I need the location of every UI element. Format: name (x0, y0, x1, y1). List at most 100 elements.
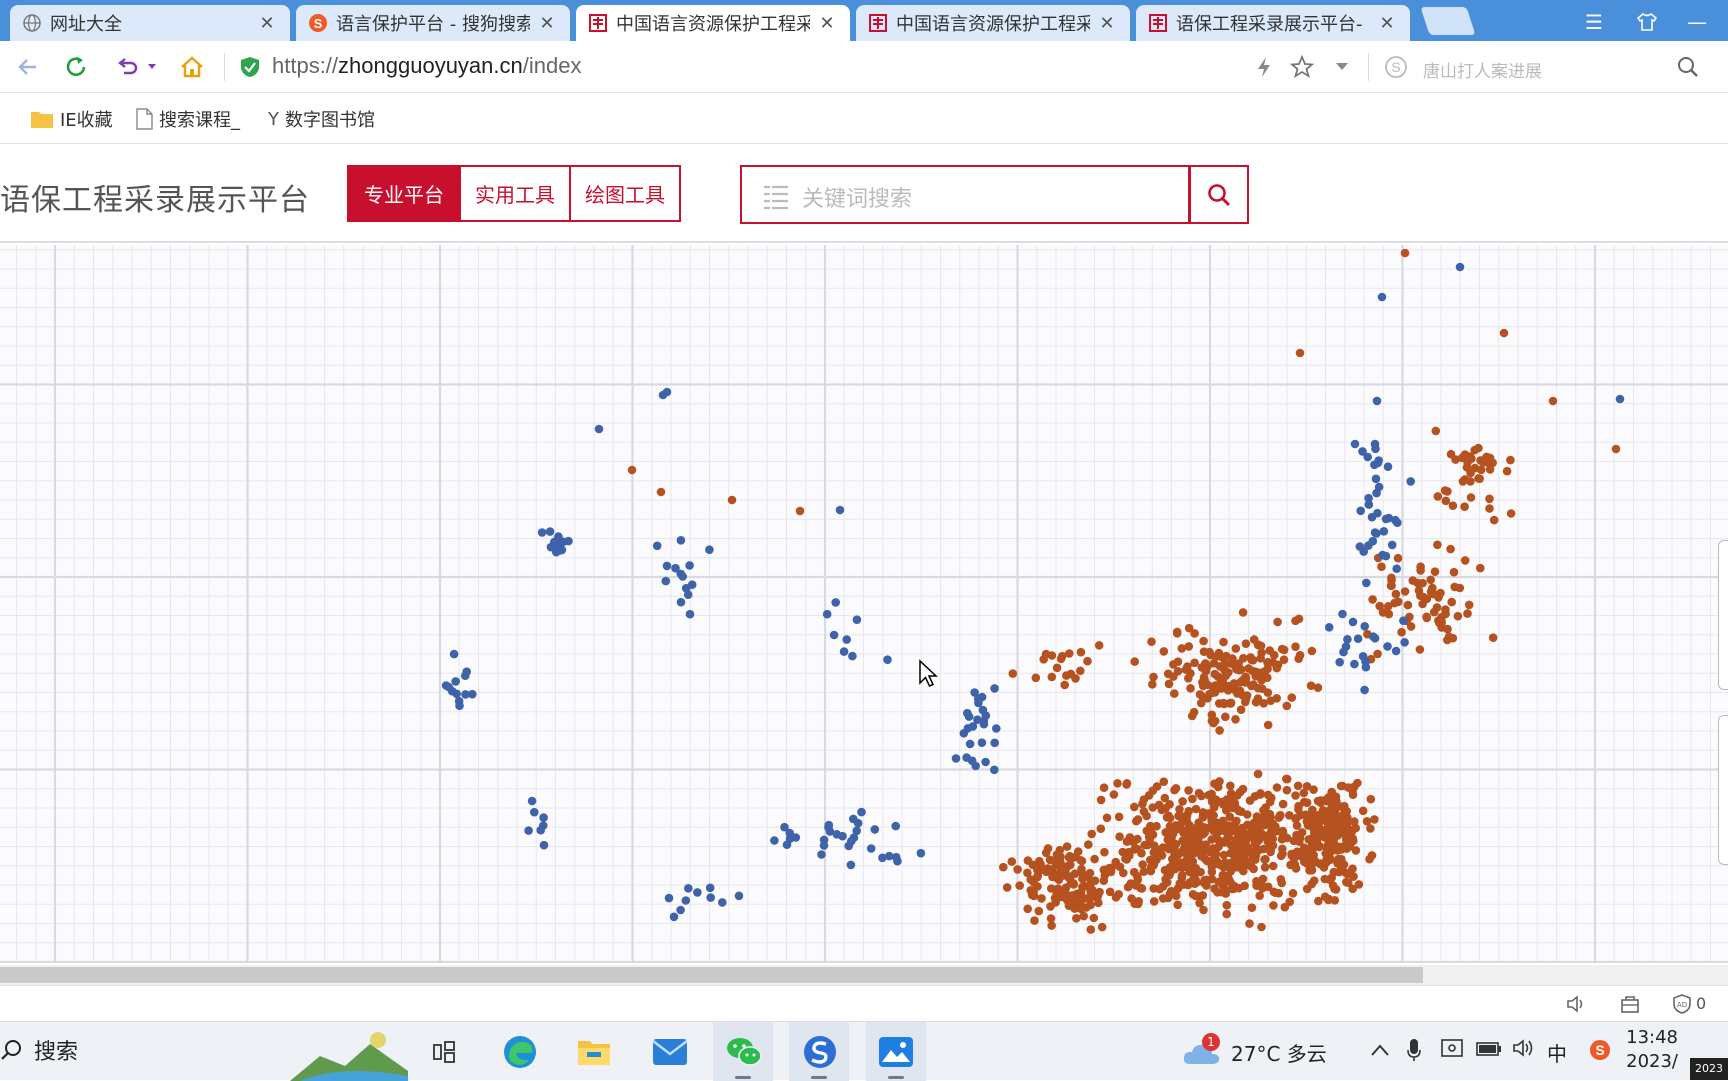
keyword-search-input[interactable]: 关键词搜索 (740, 165, 1190, 224)
scatter-point (1350, 439, 1360, 449)
task-view-icon[interactable] (422, 1030, 466, 1074)
secure-shield-icon[interactable] (234, 51, 266, 83)
scatter-point (852, 826, 861, 836)
scatter-point (1178, 797, 1187, 806)
scatter-point (1295, 348, 1305, 358)
scatter-point (1499, 328, 1509, 338)
edge-icon[interactable] (498, 1030, 542, 1074)
scatter-point (1340, 801, 1349, 811)
close-icon[interactable]: ✕ (256, 13, 278, 34)
scatter-point (1090, 854, 1099, 864)
scatter-point (1400, 248, 1410, 258)
scatter-point (1368, 595, 1377, 604)
close-icon[interactable]: ✕ (536, 13, 558, 34)
search-icon[interactable] (1672, 51, 1704, 83)
new-tab-button[interactable] (1420, 7, 1476, 35)
tab-4[interactable]: 中国语言资源保护工程采录展示平台 ✕ (856, 5, 1130, 41)
taskbar-search[interactable]: 搜索 (0, 1034, 78, 1066)
nav-tools[interactable]: 实用工具 (459, 167, 569, 220)
scatter-point (1096, 824, 1106, 833)
scatter-point (1086, 878, 1096, 888)
tab-3-active[interactable]: 中国语言资源保护工程采录展示平台 ✕ (576, 5, 850, 41)
bookmark-search-course[interactable]: 搜索课程_ (135, 106, 240, 132)
scatter-point (1466, 477, 1475, 486)
scatter-point (1268, 861, 1278, 871)
microphone-icon[interactable] (1406, 1038, 1422, 1067)
scatter-point (1205, 647, 1214, 657)
screenshot-icon[interactable] (1620, 994, 1640, 1018)
scatter-point (1302, 798, 1312, 807)
scatter-point (1234, 883, 1244, 893)
side-panel-handle[interactable] (1718, 540, 1728, 690)
side-panel-handle[interactable] (1718, 715, 1728, 865)
scatter-point (970, 688, 979, 697)
scatter-point (1251, 697, 1261, 707)
system-clock[interactable]: 13:48 2023/ (1626, 1026, 1678, 1074)
sogou-browser-icon[interactable] (798, 1030, 842, 1074)
scatter-point (1615, 394, 1625, 404)
scatter-point (1170, 689, 1179, 698)
close-icon[interactable]: ✕ (816, 13, 838, 34)
menu-icon[interactable]: ☰ (1577, 8, 1611, 36)
scatter-point (1245, 796, 1255, 805)
battery-icon[interactable] (1476, 1038, 1502, 1062)
scatter-point (1313, 683, 1323, 692)
scatter-point (1400, 638, 1409, 647)
nav-drawing-tools[interactable]: 绘图工具 (569, 167, 679, 220)
bookmark-digital-library[interactable]: Y 数字图书馆 (268, 106, 375, 132)
adblock-icon[interactable]: AD (1672, 994, 1692, 1018)
scatter-point (1305, 819, 1315, 828)
chevron-down-icon[interactable] (1326, 51, 1358, 83)
scatter-plot[interactable] (0, 245, 1728, 963)
weather-text[interactable]: 27°C 多云 (1231, 1038, 1327, 1067)
file-explorer-icon[interactable] (572, 1030, 616, 1074)
sogou-ime-icon[interactable]: S (1588, 1038, 1612, 1067)
scatter-point (1273, 617, 1282, 627)
close-icon[interactable]: ✕ (1096, 13, 1118, 34)
map-canvas[interactable] (0, 245, 1728, 963)
scatter-point (1309, 876, 1319, 885)
scatter-point (718, 898, 727, 907)
chevron-up-icon[interactable] (1370, 1038, 1390, 1062)
skin-icon[interactable] (1630, 8, 1664, 36)
chevron-down-icon[interactable] (142, 51, 162, 83)
scatter-point (1115, 862, 1125, 872)
volume-icon[interactable] (1512, 1038, 1536, 1063)
star-icon[interactable] (1286, 51, 1318, 83)
scatter-point (1126, 879, 1135, 888)
scatter-point (1261, 833, 1271, 842)
network-icon[interactable] (1440, 1038, 1464, 1065)
back-icon[interactable] (12, 51, 44, 83)
photos-icon[interactable] (874, 1030, 918, 1074)
speaker-icon[interactable] (1566, 994, 1588, 1018)
sogou-search-icon: S (1380, 51, 1412, 83)
refresh-icon[interactable] (60, 51, 92, 83)
scatter-point (1255, 891, 1264, 900)
scatter-point (849, 814, 858, 824)
mail-icon[interactable] (648, 1030, 692, 1074)
horizontal-scrollbar[interactable] (0, 965, 1728, 985)
home-icon[interactable] (176, 51, 208, 83)
scrollbar-thumb[interactable] (0, 967, 1423, 983)
tab-1[interactable]: 网址大全 ✕ (10, 5, 290, 41)
ime-indicator[interactable]: 中 (1547, 1038, 1567, 1067)
scatter-point (1415, 645, 1425, 654)
scatter-point (1062, 671, 1071, 680)
minimize-icon[interactable]: — (1680, 8, 1714, 36)
scatter-point (1282, 785, 1292, 795)
bookmark-ie-favorites[interactable]: IE收藏 (30, 106, 113, 132)
lightning-icon[interactable] (1248, 51, 1280, 83)
tab-5[interactable]: 语保工程采录展示平台- ✕ (1136, 5, 1410, 41)
url-field[interactable]: https://zhongguoyuyan.cn/index (272, 53, 581, 79)
scatter-point (1133, 815, 1143, 824)
browser-search-input[interactable]: 唐山打人案进展 (1423, 57, 1542, 82)
wechat-icon[interactable] (722, 1030, 766, 1074)
undo-close-icon[interactable] (112, 51, 144, 83)
search-button[interactable] (1189, 165, 1249, 224)
scatter-point (1373, 508, 1382, 518)
scatter-point (1233, 689, 1242, 698)
close-icon[interactable]: ✕ (1376, 13, 1398, 34)
scatter-point (1288, 889, 1298, 898)
tab-2[interactable]: S 语言保护平台 - 搜狗搜索 ✕ (296, 5, 570, 41)
nav-pro-platform[interactable]: 专业平台 (349, 167, 459, 220)
